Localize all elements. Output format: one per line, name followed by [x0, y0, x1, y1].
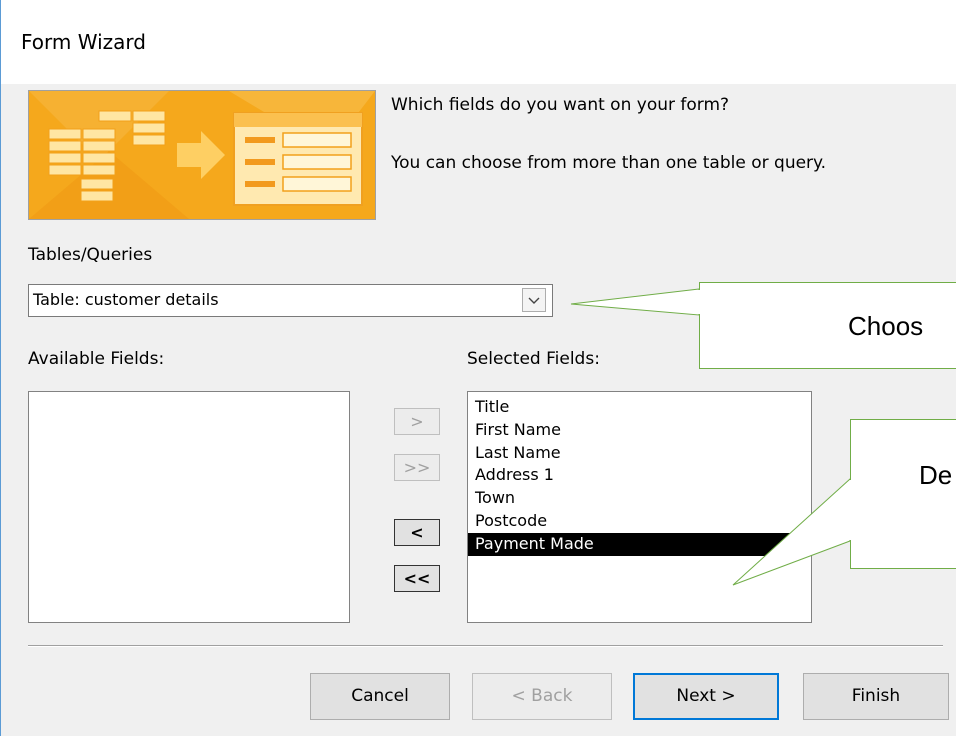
callout-pointers	[570, 288, 853, 586]
form-wizard-window: Form Wizard Which fields do you want on …	[0, 0, 956, 736]
